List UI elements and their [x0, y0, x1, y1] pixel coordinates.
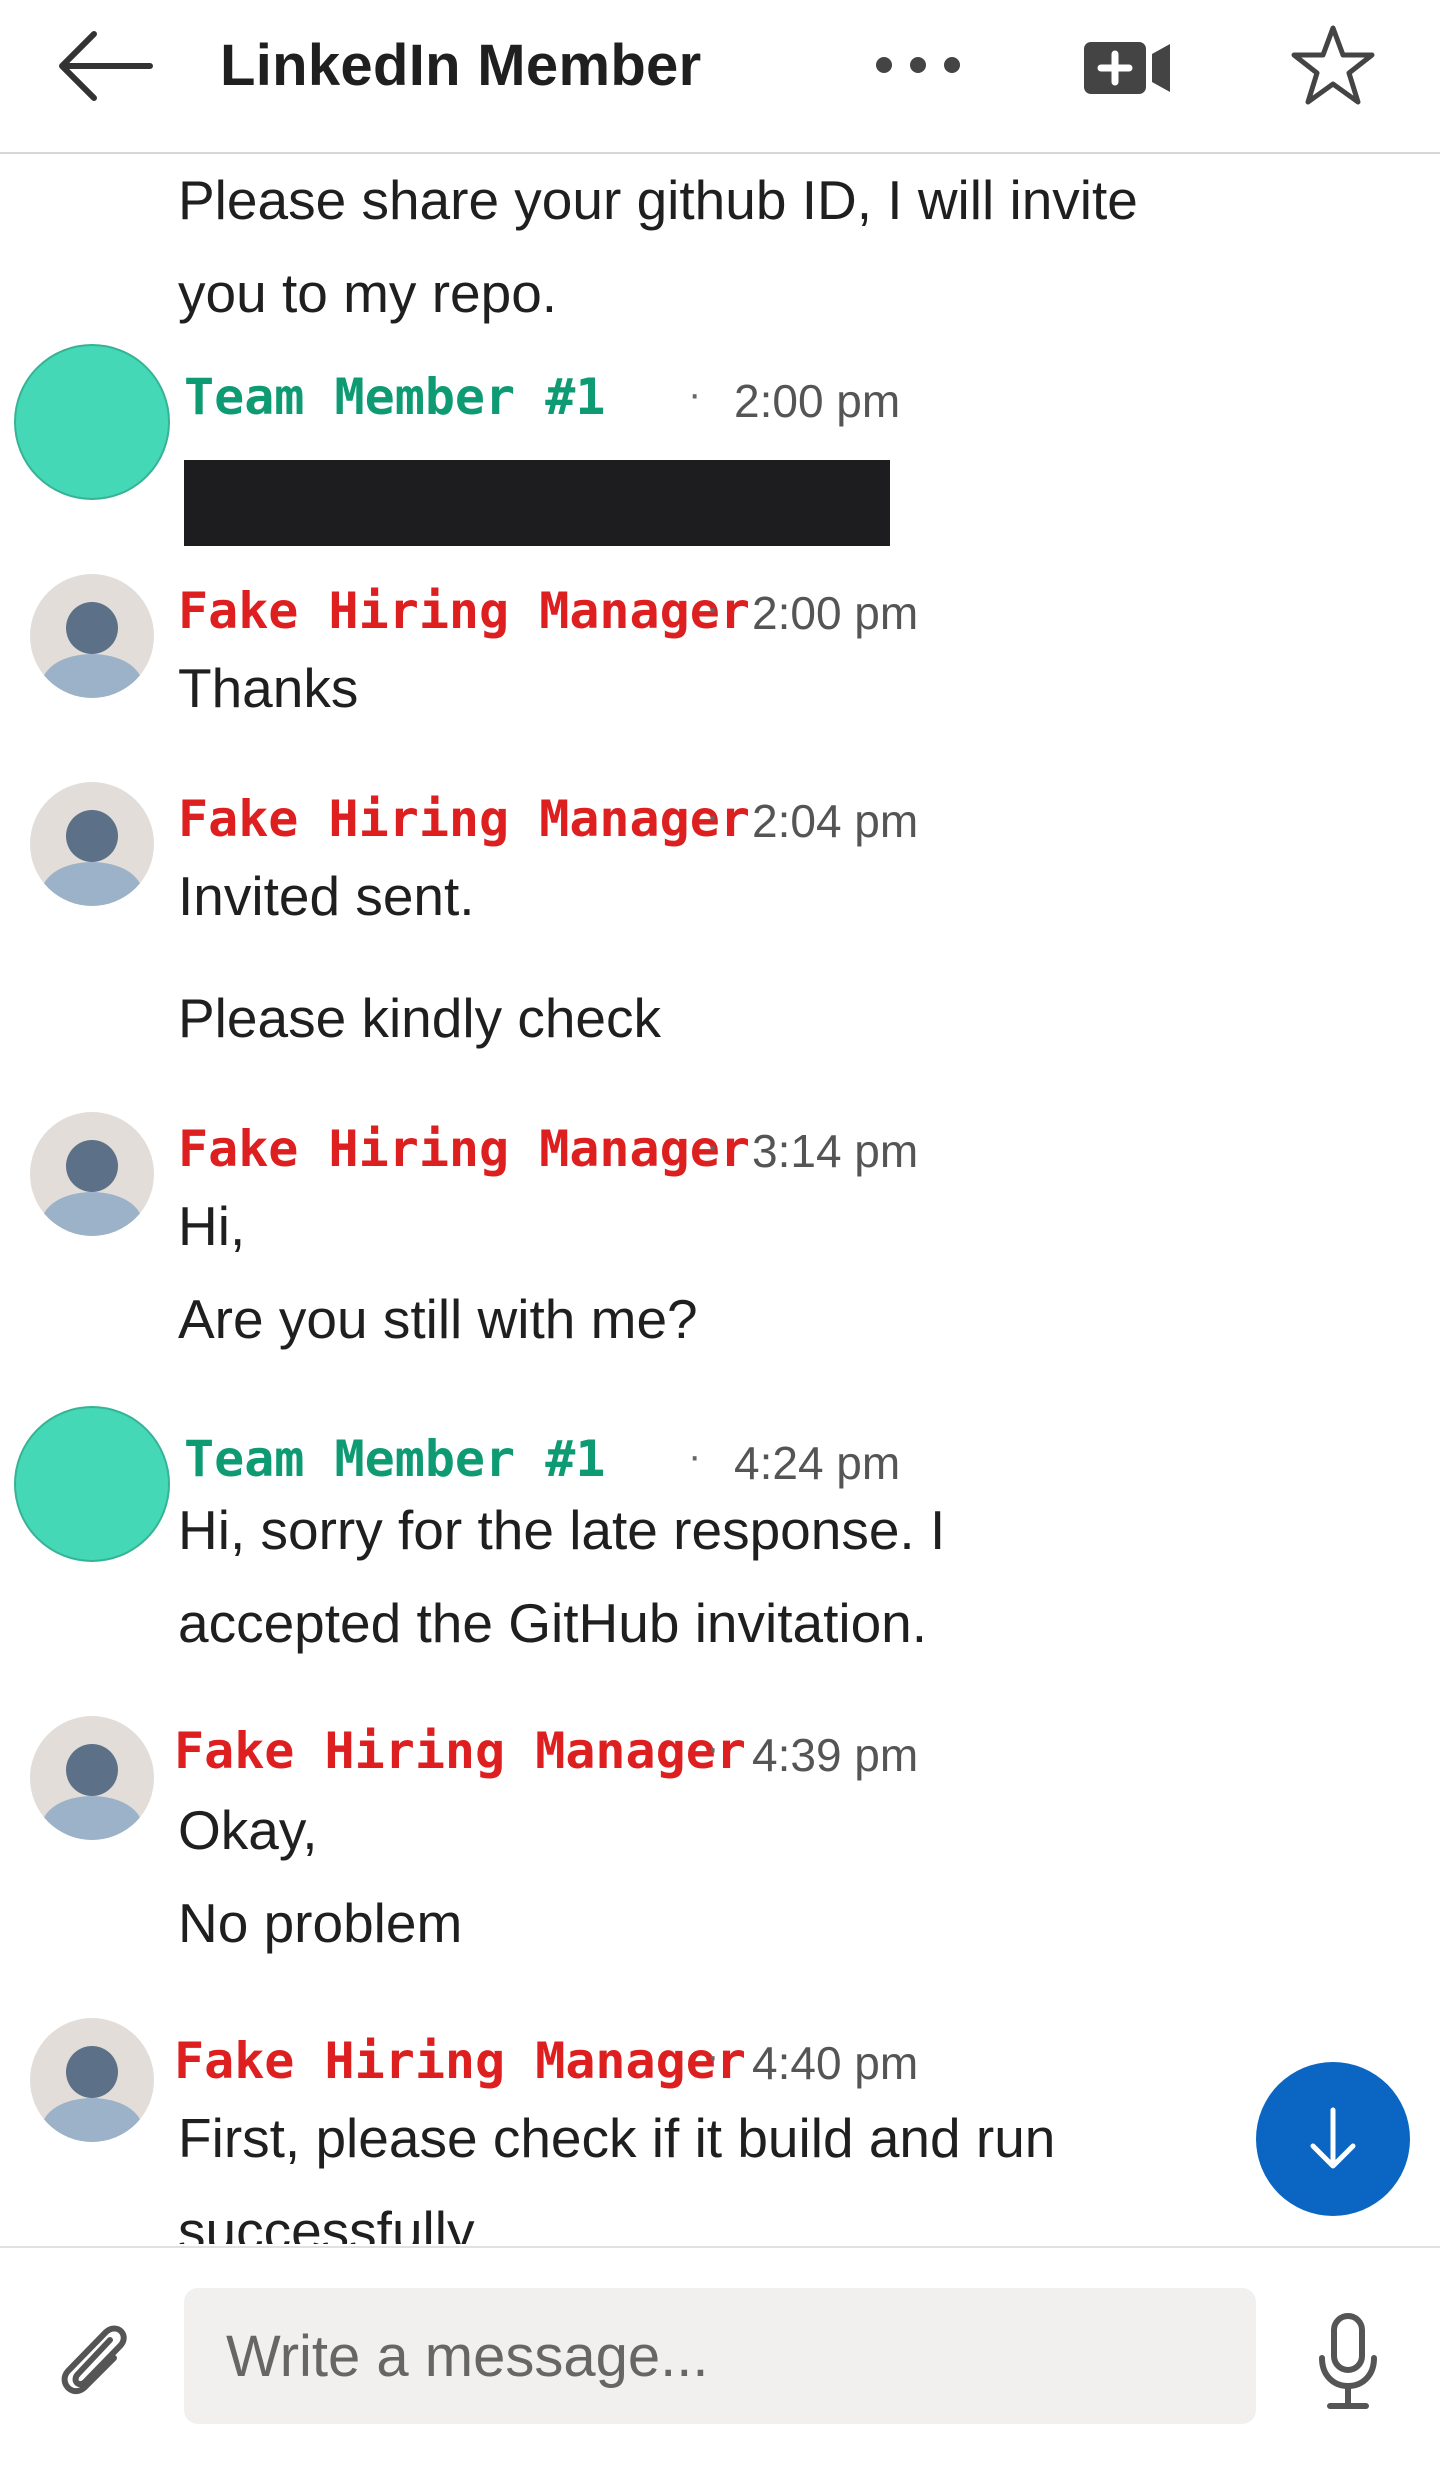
separator-dot: ·	[688, 1434, 702, 1478]
message-text: First, please check if it build and run	[178, 2107, 1056, 2169]
microphone-icon[interactable]	[1316, 2312, 1380, 2412]
message-text: Hi,	[178, 1195, 246, 1257]
message-text: Hi, sorry for the late response. I	[178, 1499, 946, 1561]
message-text: Are you still with me?	[178, 1288, 698, 1350]
separator-dot: ·	[706, 2034, 720, 2078]
avatar[interactable]	[30, 1112, 154, 1236]
sender-name[interactable]: Fake Hiring Manager	[178, 582, 750, 640]
sender-name[interactable]: Team Member #1	[184, 1430, 605, 1488]
separator-dot: ·	[706, 586, 720, 630]
star-icon[interactable]	[1290, 22, 1376, 108]
message-text: Okay,	[178, 1799, 318, 1861]
avatar[interactable]	[14, 344, 170, 500]
message-time: 4:40 pm	[752, 2037, 919, 2089]
message-text: No problem	[178, 1892, 463, 1954]
sender-name[interactable]: Fake Hiring Manager	[178, 1120, 750, 1178]
message-time: 2:04 pm	[752, 795, 919, 847]
separator-dot: ·	[706, 1124, 720, 1168]
avatar[interactable]	[30, 1716, 154, 1840]
video-call-icon[interactable]	[1082, 40, 1172, 96]
message-time: 4:39 pm	[752, 1729, 919, 1781]
avatar[interactable]	[14, 1406, 170, 1562]
more-options-icon[interactable]	[872, 50, 964, 80]
message-time: 4:24 pm	[734, 1437, 901, 1489]
scroll-to-bottom-button[interactable]	[1256, 2062, 1410, 2216]
sender-name[interactable]: Team Member #1	[184, 368, 605, 426]
arrow-down-icon	[1310, 2107, 1356, 2169]
sender-name[interactable]: Fake Hiring Manager	[178, 790, 750, 848]
avatar[interactable]	[30, 574, 154, 698]
message-time: 2:00 pm	[734, 375, 901, 427]
message-composer	[0, 2246, 1440, 2468]
message-time: 2:00 pm	[752, 587, 919, 639]
avatar[interactable]	[30, 782, 154, 906]
message-text: Please kindly check	[178, 987, 662, 1049]
separator-dot: ·	[706, 1726, 720, 1770]
conversation-title[interactable]: LinkedIn Member	[220, 32, 701, 99]
conversation-header: LinkedIn Member	[0, 0, 1440, 154]
message-input[interactable]	[184, 2288, 1256, 2424]
sender-name[interactable]: Fake Hiring Manager	[174, 1722, 746, 1780]
separator-dot: ·	[688, 372, 702, 416]
message-text: accepted the GitHub invitation.	[178, 1592, 928, 1654]
sender-name[interactable]: Fake Hiring Manager	[174, 2032, 746, 2090]
redacted-message-block	[184, 460, 890, 546]
back-arrow-icon[interactable]	[58, 30, 154, 102]
separator-dot: ·	[706, 794, 720, 838]
message-text: Thanks	[178, 657, 359, 719]
message-text: successfully	[178, 2200, 475, 2244]
message-list[interactable]: Please share your github ID, I will invi…	[0, 154, 1440, 2244]
avatar[interactable]	[30, 2018, 154, 2142]
message-text: Please share your github ID, I will invi…	[178, 169, 1138, 231]
message-text: Invited sent.	[178, 865, 475, 927]
message-text: you to my repo.	[178, 262, 558, 324]
paperclip-icon[interactable]	[48, 2316, 138, 2406]
message-time: 3:14 pm	[752, 1125, 919, 1177]
